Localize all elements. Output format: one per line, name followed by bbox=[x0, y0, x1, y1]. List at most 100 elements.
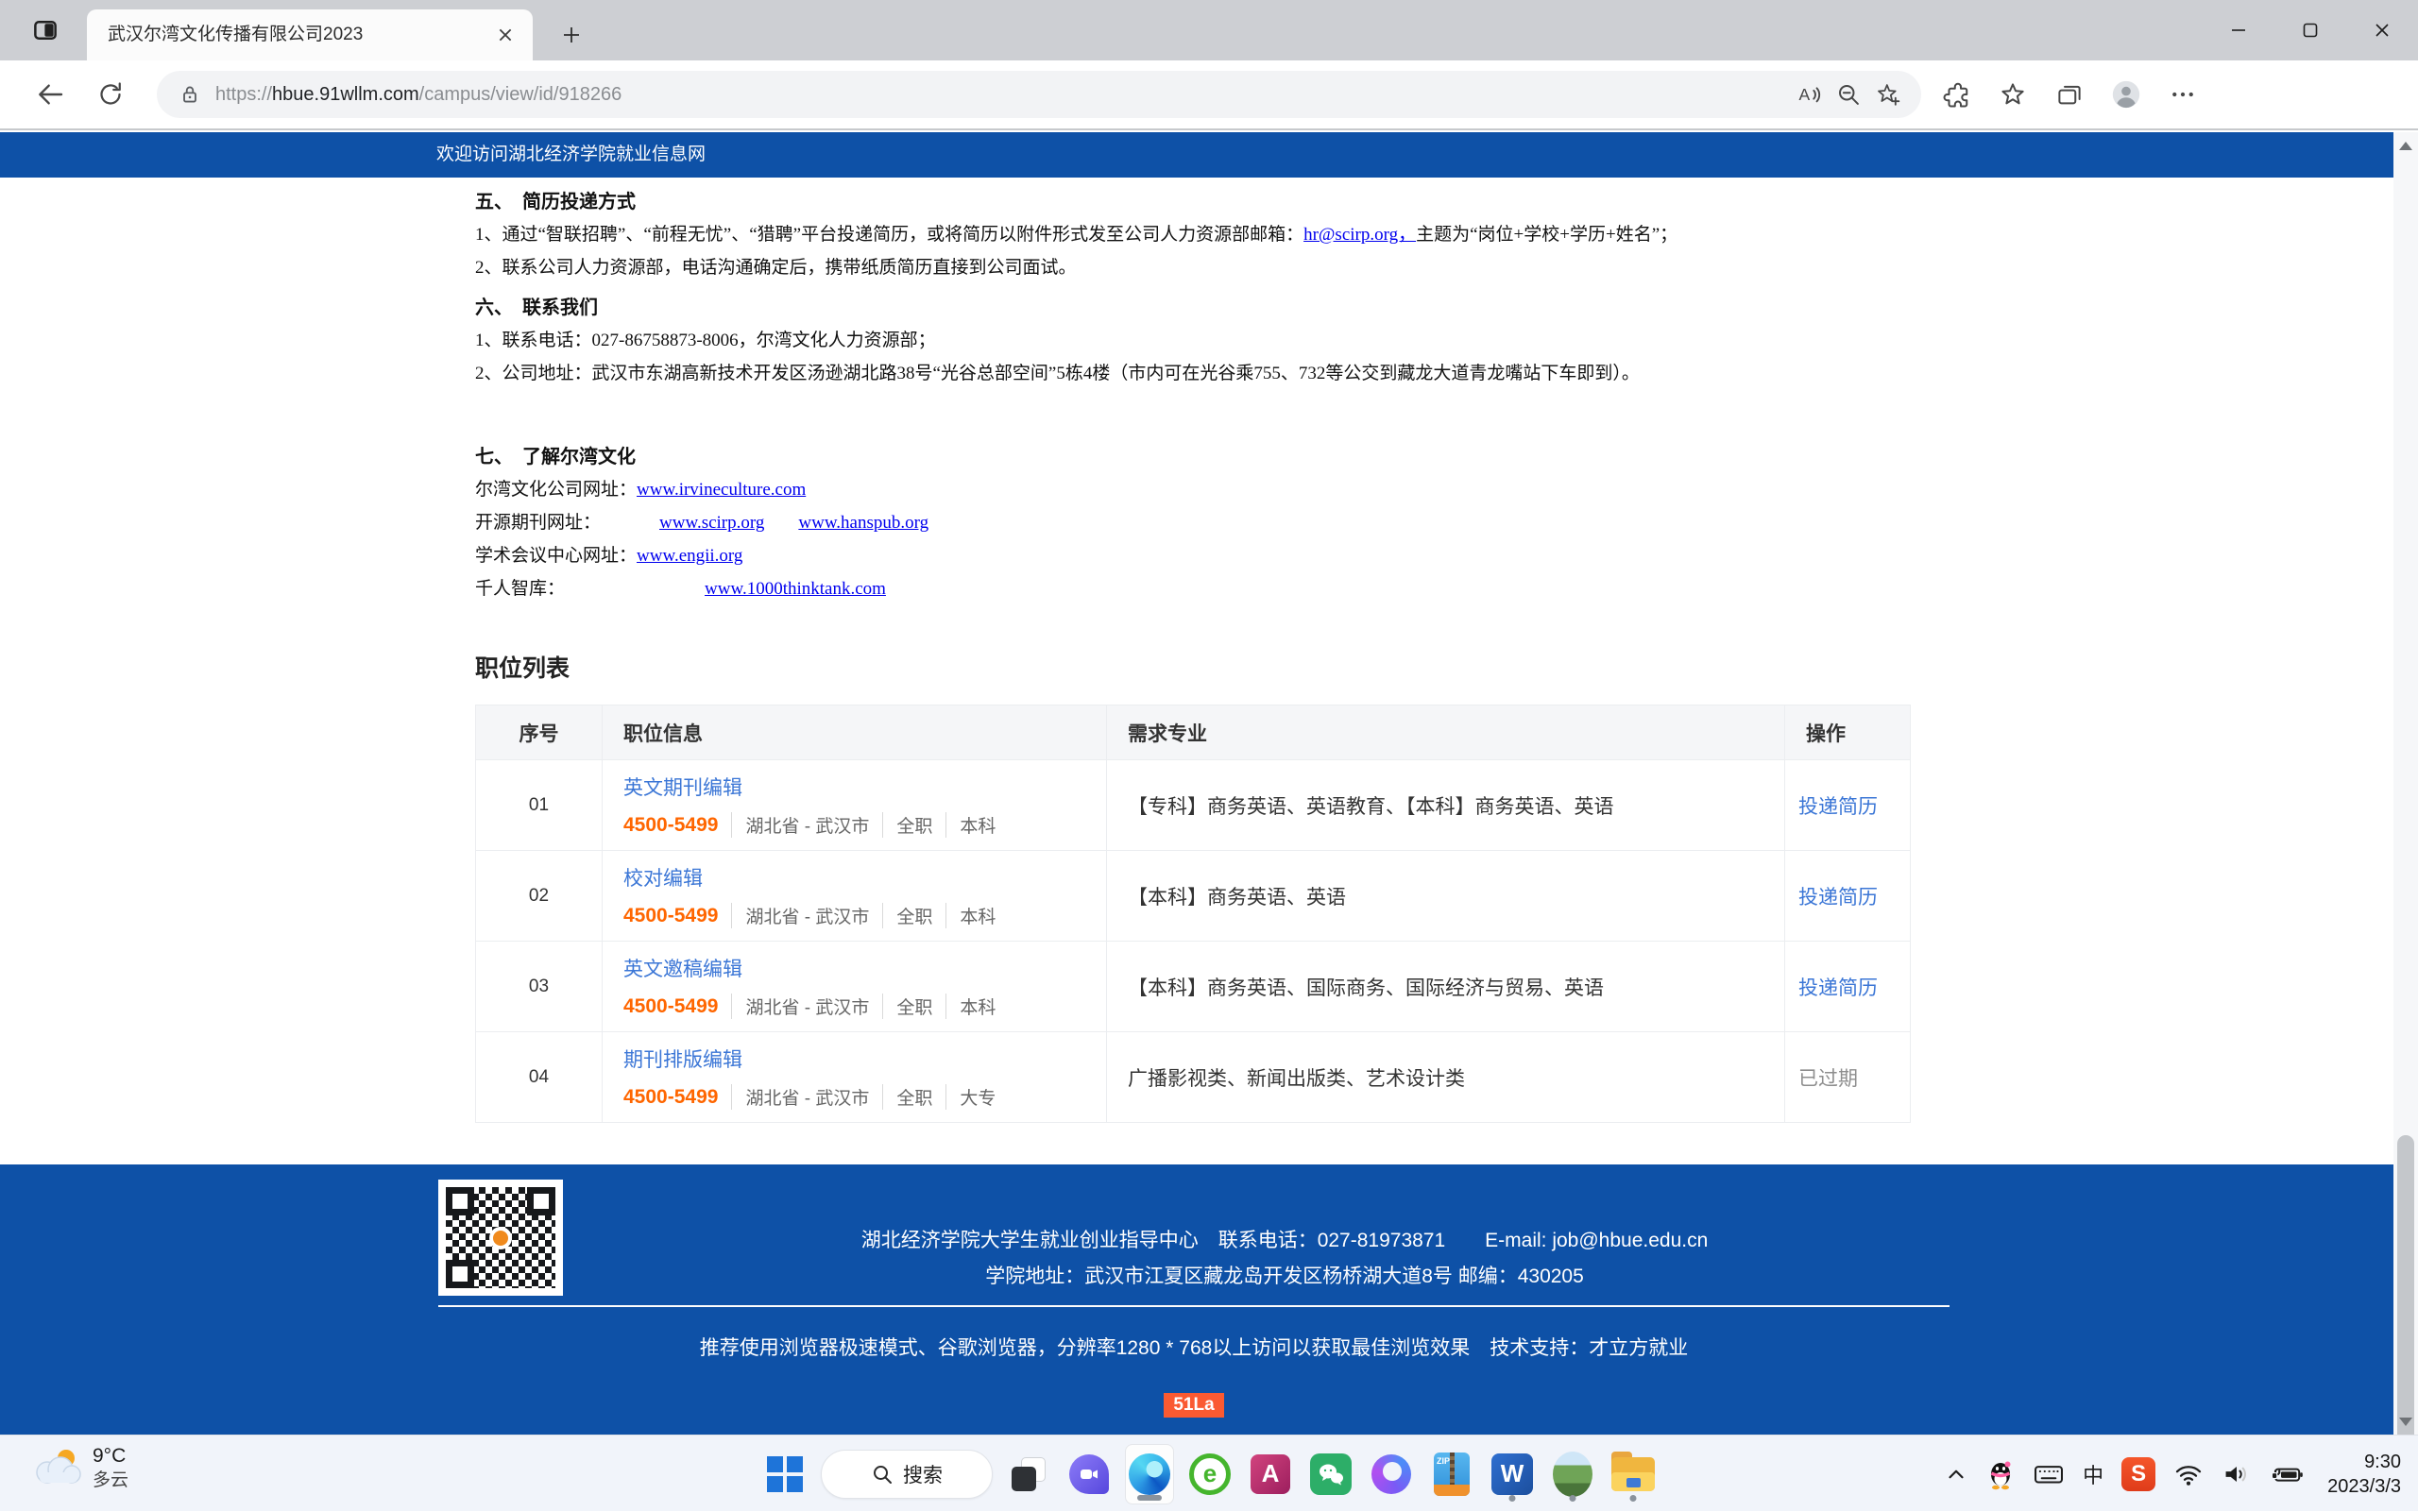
video-chat-icon bbox=[1069, 1454, 1109, 1494]
footer-contact-line: 湖北经济学院大学生就业创业指导中心 联系电话：027-81973871 E-ma… bbox=[529, 1227, 2040, 1255]
taskbar-search[interactable]: 搜索 bbox=[821, 1450, 993, 1499]
photo-app-button[interactable] bbox=[1548, 1444, 1597, 1504]
new-tab-button[interactable] bbox=[553, 17, 589, 53]
resume-delivery-line2: 2、联系公司人力资源部，电话沟通确定后，携带纸质简历直接到公司面试。 bbox=[475, 257, 1797, 280]
job-meta: 4500-5499 湖北省 - 武汉市 全职 大专 bbox=[623, 1084, 1106, 1110]
scroll-up-button[interactable] bbox=[2393, 132, 2418, 159]
read-aloud-icon: A bbox=[1796, 81, 1822, 108]
footer-address-line: 学院地址：武汉市江夏区藏龙岛开发区杨桥湖大道8号 邮编：430205 bbox=[529, 1263, 2040, 1291]
back-button[interactable] bbox=[28, 73, 72, 116]
scirp-link[interactable]: www.scirp.org bbox=[659, 513, 764, 533]
irvineculture-link[interactable]: www.irvineculture.com bbox=[637, 480, 806, 500]
apply-link[interactable]: 投递简历 bbox=[1798, 882, 1878, 910]
job-table: 序号 职位信息 需求专业 操作 01 英文期刊编辑 4500-5499 湖北省 … bbox=[475, 705, 1911, 1123]
website-row-journals: 开源期刊网址：www.scirp.orgwww.hanspub.org bbox=[475, 512, 1797, 535]
close-window-button[interactable] bbox=[2346, 0, 2418, 60]
table-row: 03 英文邀稿编辑 4500-5499 湖北省 - 武汉市 全职 本科 【本科】… bbox=[476, 941, 1910, 1031]
sogou-input-icon[interactable]: S bbox=[2121, 1457, 2155, 1491]
hanspub-link[interactable]: www.hanspub.org bbox=[798, 513, 928, 533]
loop-app-icon bbox=[1371, 1454, 1411, 1494]
magnifier-minus-icon bbox=[1835, 81, 1862, 108]
read-aloud-button[interactable]: A bbox=[1789, 75, 1829, 114]
minimize-button[interactable] bbox=[2203, 0, 2274, 60]
loop-app-button[interactable] bbox=[1367, 1444, 1416, 1504]
clock-date: 2023/3/3 bbox=[2327, 1474, 2401, 1499]
tab-close-button[interactable] bbox=[491, 21, 519, 49]
folder-icon bbox=[1611, 1457, 1655, 1491]
favorites-button[interactable] bbox=[1991, 73, 2035, 116]
taskbar-clock[interactable]: 9:30 2023/3/3 bbox=[2327, 1450, 2401, 1499]
page-scrollbar[interactable] bbox=[2393, 132, 2418, 1435]
job-type: 全职 bbox=[882, 994, 932, 1019]
scrollbar-thumb[interactable] bbox=[2397, 1135, 2414, 1435]
refresh-button[interactable] bbox=[89, 73, 132, 116]
row-number: 03 bbox=[476, 942, 603, 1031]
edge-browser-button[interactable] bbox=[1125, 1444, 1174, 1504]
job-title-link[interactable]: 校对编辑 bbox=[623, 863, 1106, 892]
file-explorer-button[interactable] bbox=[1609, 1444, 1658, 1504]
address-bar[interactable]: https://hbue.91wllm.com/campus/view/id/9… bbox=[157, 71, 1921, 118]
header-action: 操作 bbox=[1785, 705, 1910, 759]
browser-tab-strip: 武汉尔湾文化传播有限公司2023 bbox=[0, 0, 2418, 60]
job-degree: 本科 bbox=[945, 903, 996, 928]
video-chat-app-button[interactable] bbox=[1064, 1444, 1114, 1504]
contact-phone-line: 1、联系电话：027-86758873-8006，尔湾文化人力资源部； bbox=[475, 330, 1797, 352]
photo-thumbnail-icon bbox=[1553, 1452, 1592, 1497]
job-title-link[interactable]: 英文期刊编辑 bbox=[623, 773, 1106, 801]
51la-badge[interactable]: 51La bbox=[1164, 1393, 1223, 1418]
battery-charging-icon[interactable] bbox=[2270, 1460, 2304, 1488]
ime-mode-indicator[interactable]: 中 bbox=[2083, 1459, 2103, 1489]
apply-link[interactable]: 投递简历 bbox=[1798, 791, 1878, 820]
volume-icon[interactable] bbox=[2222, 1460, 2252, 1488]
extensions-button[interactable] bbox=[1934, 73, 1978, 116]
job-title-link[interactable]: 英文邀稿编辑 bbox=[623, 954, 1106, 982]
qr-finder bbox=[446, 1260, 474, 1288]
zip-archive-icon: ZIP bbox=[1434, 1453, 1470, 1496]
search-label: 搜索 bbox=[903, 1460, 943, 1488]
zip-app-button[interactable]: ZIP bbox=[1427, 1444, 1476, 1504]
qq-tray-icon[interactable] bbox=[1986, 1458, 2015, 1490]
maximize-button[interactable] bbox=[2274, 0, 2346, 60]
action-cell: 投递简历 bbox=[1785, 851, 1910, 941]
360-browser-button[interactable]: e bbox=[1185, 1444, 1235, 1504]
star-icon bbox=[1999, 80, 2027, 109]
hr-email-link[interactable]: hr@scirp.org， bbox=[1303, 225, 1416, 245]
salary-range: 4500-5499 bbox=[623, 905, 718, 927]
svg-text:A: A bbox=[1799, 85, 1811, 104]
task-view-button[interactable] bbox=[1004, 1444, 1053, 1504]
job-list-section: 职位列表 序号 职位信息 需求专业 操作 01 英文期刊编辑 4500-5499… bbox=[475, 650, 1911, 1123]
tab-actions-menu-button[interactable] bbox=[26, 13, 64, 47]
lock-icon bbox=[178, 82, 202, 107]
url-host: hbue.91wllm.com bbox=[272, 84, 419, 105]
tray-overflow-button[interactable] bbox=[1944, 1462, 1968, 1487]
active-tab[interactable]: 武汉尔湾文化传播有限公司2023 bbox=[87, 9, 533, 60]
add-favorite-button[interactable] bbox=[1868, 75, 1908, 114]
tab-title: 武汉尔湾文化传播有限公司2023 bbox=[108, 25, 363, 44]
wechat-button[interactable] bbox=[1306, 1444, 1355, 1504]
job-degree: 本科 bbox=[945, 994, 996, 1019]
word-button[interactable]: W bbox=[1488, 1444, 1537, 1504]
access-app-button[interactable]: A bbox=[1246, 1444, 1295, 1504]
touch-keyboard-icon[interactable] bbox=[2033, 1460, 2065, 1488]
table-row: 01 英文期刊编辑 4500-5499 湖北省 - 武汉市 全职 本科 【专科】… bbox=[476, 759, 1910, 850]
profile-button[interactable] bbox=[2104, 73, 2148, 116]
wifi-icon[interactable] bbox=[2173, 1460, 2204, 1488]
weather-widget[interactable]: 9°C 多云 bbox=[32, 1443, 128, 1492]
salary-range: 4500-5499 bbox=[623, 814, 718, 837]
row-number: 01 bbox=[476, 760, 603, 850]
job-title-link[interactable]: 期刊排版编辑 bbox=[623, 1045, 1106, 1073]
search-icon bbox=[871, 1463, 894, 1486]
job-list-title: 职位列表 bbox=[475, 650, 1911, 684]
settings-more-button[interactable] bbox=[2161, 73, 2205, 116]
scroll-down-button[interactable] bbox=[2393, 1408, 2418, 1435]
collections-button[interactable] bbox=[2048, 73, 2091, 116]
job-type: 全职 bbox=[882, 1084, 932, 1110]
site-welcome-banner: 欢迎访问湖北经济学院就业信息网 bbox=[0, 132, 2393, 178]
wechat-icon bbox=[1310, 1453, 1352, 1495]
start-button[interactable] bbox=[760, 1444, 809, 1504]
engii-link[interactable]: www.engii.org bbox=[637, 546, 742, 566]
thinktank-link[interactable]: www.1000thinktank.com bbox=[705, 579, 886, 599]
weather-icon bbox=[32, 1446, 83, 1489]
zoom-out-button[interactable] bbox=[1829, 75, 1868, 114]
apply-link[interactable]: 投递简历 bbox=[1798, 973, 1878, 1001]
